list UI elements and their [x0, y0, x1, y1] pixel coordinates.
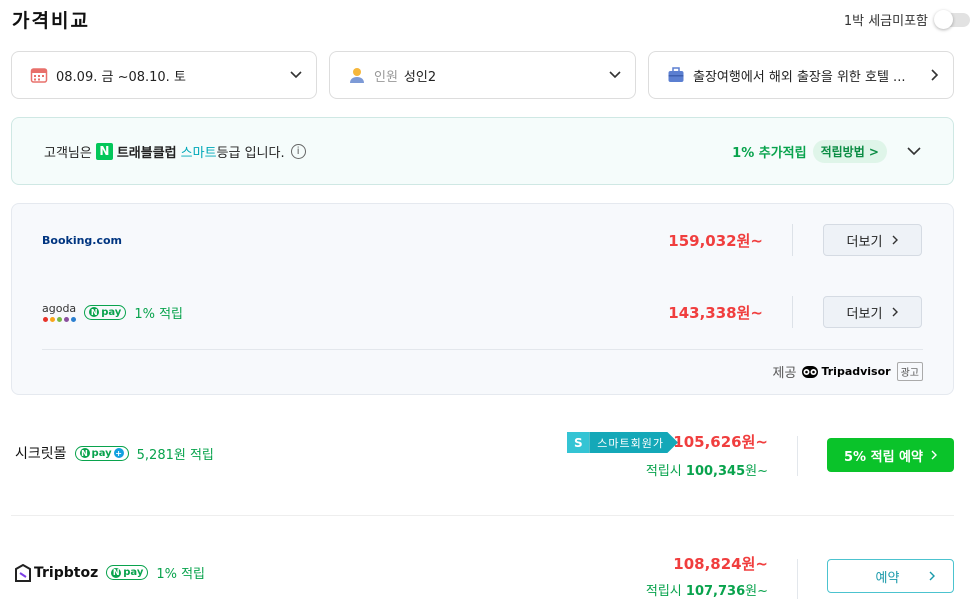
- deal-row-tripbtoz: Tripbtoz Npay 1% 적립 108,824원~ 적립시 107,73…: [11, 553, 954, 613]
- partner-price-panel: Booking.com 159,032원~ 더보기 agoda Npay 1% …: [11, 203, 954, 395]
- divider: [797, 559, 798, 599]
- npay-label: pay: [91, 447, 112, 459]
- deal-accrual-price: 적립시 107,736원~: [646, 580, 768, 599]
- accrual-prefix: 적립시: [645, 464, 682, 479]
- accrual-suffix: 원~: [745, 464, 768, 479]
- info-icon[interactable]: i: [290, 143, 306, 159]
- club-name: 트래블클럽: [116, 145, 177, 161]
- smart-member-label: 스마트회원가: [589, 432, 678, 453]
- guest-value: 성인2: [403, 69, 437, 85]
- briefcase-icon: [668, 67, 684, 82]
- deal-name-group: Tripbtoz Npay 1% 적립: [15, 563, 205, 582]
- chevron-down-icon: [290, 71, 302, 79]
- membership-banner: 고객님은 N 트래블클럽 스마트 등급 입니다. i 1% 추가적립 적립방법 …: [11, 117, 954, 185]
- accrual-suffix: 원~: [745, 584, 768, 599]
- book-button[interactable]: 예약: [827, 559, 954, 593]
- chevron-right-icon: [892, 307, 899, 317]
- deal-accrual-price: 적립시 100,345원~: [646, 460, 768, 479]
- npay-label: pay: [101, 306, 122, 318]
- chevron-down-icon[interactable]: [907, 146, 921, 156]
- provider-prefix: 제공: [772, 366, 797, 381]
- smart-member-price-badge: S 스마트회원가: [567, 432, 678, 453]
- npay-badge: Npay: [106, 565, 149, 580]
- calendar-icon: [30, 68, 48, 83]
- trip-purpose-value: 출장여행에서 해외 출장을 위한 호텔 ...: [693, 69, 906, 85]
- booking-more-button[interactable]: 더보기: [823, 224, 922, 256]
- divider: [792, 296, 793, 328]
- smart-s-icon: S: [567, 432, 590, 453]
- more-label: 더보기: [846, 306, 883, 322]
- date-value: 08.09. 금 ~08.10. 토: [56, 69, 186, 85]
- membership-grade: 스마트: [180, 145, 217, 161]
- chevron-down-icon: [609, 71, 621, 79]
- npay-badge: Npay: [84, 304, 127, 320]
- deal-accrual: 5,281원 적립: [136, 447, 214, 463]
- book-button-label: 5% 적립 예약: [844, 449, 923, 465]
- naver-n-icon: N: [95, 142, 113, 160]
- accrual-method-button[interactable]: 적립방법 >: [812, 139, 887, 163]
- accrual-price-value: 107,736: [685, 584, 746, 599]
- provider-name: Tripadvisor: [821, 365, 891, 378]
- divider: [42, 349, 923, 350]
- guest-label: 인원: [374, 69, 398, 85]
- deal-name-group: 시크릿몰 Npay + 5,281원 적립: [15, 443, 214, 463]
- membership-prefix: 고객님은: [44, 145, 92, 161]
- ad-label: 광고: [896, 362, 923, 381]
- date-filter[interactable]: 08.09. 금 ~08.10. 토: [11, 51, 317, 99]
- extra-accrual: 1% 추가적립: [732, 145, 807, 161]
- agoda-logo: agoda: [42, 303, 76, 322]
- membership-suffix: 등급 입니다.: [216, 145, 285, 161]
- deal-row-secretmall: 시크릿몰 Npay + 5,281원 적립 S 스마트회원가 105,626원~ …: [11, 432, 954, 492]
- partner-row-agoda: agoda Npay 1% 적립 143,338원~ 더보기: [12, 282, 953, 342]
- chevron-right-icon: [931, 69, 939, 81]
- more-label: 더보기: [846, 234, 883, 250]
- tax-toggle-label: 1박 세금미포함: [843, 14, 928, 29]
- person-icon: [350, 68, 364, 83]
- accrual-prefix: 적립시: [645, 584, 682, 599]
- deal-name: 시크릿몰: [15, 446, 67, 462]
- npay-plus-badge: Npay +: [74, 445, 129, 461]
- chevron-right-icon: [892, 235, 899, 245]
- trip-purpose-filter[interactable]: 출장여행에서 해외 출장을 위한 호텔 ...: [648, 51, 954, 99]
- tripadvisor-logo: Tripadvisor: [802, 365, 891, 378]
- deal-price: 108,824원~: [673, 555, 768, 573]
- book-button-label: 예약: [875, 570, 900, 586]
- agoda-logo-text: agoda: [42, 301, 77, 315]
- booking-logo: Booking.com: [42, 233, 123, 247]
- partner-row-booking: Booking.com 159,032원~ 더보기: [12, 210, 953, 270]
- chevron-right-icon: [929, 571, 936, 581]
- npay-label: pay: [123, 567, 144, 578]
- agoda-price: 143,338원~: [668, 303, 763, 322]
- provider-credit: 제공 Tripadvisor 광고: [773, 362, 923, 381]
- deal-price: 105,626원~: [673, 433, 768, 451]
- divider: [11, 515, 954, 516]
- agoda-accrual: 1% 적립: [134, 306, 183, 322]
- deal-name: Tripbtoz: [34, 564, 99, 581]
- tripbtoz-logo: Tripbtoz: [15, 563, 99, 582]
- page-title: 가격비교: [12, 10, 90, 32]
- divider: [792, 224, 793, 256]
- accrual-price-value: 100,345: [685, 464, 746, 479]
- divider: [797, 436, 798, 476]
- guest-filter[interactable]: 인원 성인2: [329, 51, 636, 99]
- tax-toggle[interactable]: 1박 세금미포함: [843, 9, 970, 29]
- tripadvisor-owl-icon: [802, 365, 819, 378]
- agoda-more-button[interactable]: 더보기: [823, 296, 922, 328]
- deal-accrual: 1% 적립: [156, 567, 206, 582]
- booking-price: 159,032원~: [668, 231, 763, 250]
- chevron-right-icon: [931, 450, 937, 460]
- accrual-book-button[interactable]: 5% 적립 예약: [827, 438, 954, 472]
- tripbtoz-mark-icon: [15, 563, 31, 582]
- toggle-switch[interactable]: [934, 9, 970, 29]
